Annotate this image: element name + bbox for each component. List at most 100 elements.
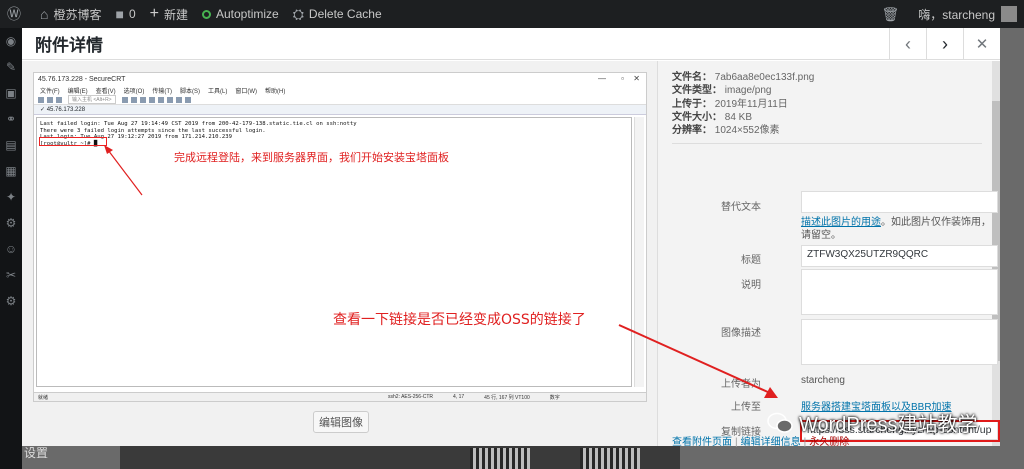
file-info: 文件名： 7ab6aa8e0ec133f.png 文件类型： image/png…	[672, 71, 814, 137]
file-size-row: 文件大小： 84 KB	[672, 111, 814, 124]
screenshot-window-title: 45.76.173.228 - SecureCRT	[38, 75, 126, 83]
delete-permanently-link[interactable]: 永久删除	[809, 437, 849, 448]
wordpress-icon: Ⓦ	[7, 6, 21, 22]
attachment-details-panel: 文件名： 7ab6aa8e0ec133f.png 文件类型： image/png…	[657, 61, 1000, 448]
delete-cache-label: Delete Cache	[308, 7, 382, 21]
trash-link[interactable]: 🗑	[875, 0, 912, 28]
alt-text-input[interactable]	[801, 191, 998, 213]
alt-text-help: 描述此图片的用途。如此图片仅作装饰用，请留空。	[801, 216, 993, 242]
sidebar-item-settings[interactable]: 设置	[24, 444, 48, 461]
link-icon[interactable]: ⚭	[0, 106, 22, 132]
alt-help-link[interactable]: 描述此图片的用途	[801, 217, 881, 228]
title-input[interactable]: ZTFW3QX25UTZR9QQRC	[801, 245, 998, 267]
description-label: 图像描述	[721, 328, 761, 339]
autoptimize-label: Autoptimize	[216, 7, 279, 21]
new-label: 新建	[163, 7, 188, 22]
filetype-label: 文件类型：	[672, 85, 722, 97]
next-button[interactable]: ›	[926, 28, 963, 60]
previous-button[interactable]: ‹	[889, 28, 926, 60]
comments-icon[interactable]: ▦	[0, 158, 22, 184]
file-name-row: 文件名： 7ab6aa8e0ec133f.png	[672, 71, 814, 84]
view-attachment-page-link[interactable]: 查看附件页面	[672, 437, 732, 448]
pin-icon[interactable]: ✎	[0, 54, 22, 80]
dimensions-label: 分辨率：	[672, 125, 712, 137]
screenshot-menu-item: 脚本(S)	[180, 88, 201, 95]
toolbar-icon	[121, 96, 128, 103]
autoptimize-link[interactable]: Autoptimize	[195, 0, 286, 28]
settings-icon[interactable]: ⚙	[0, 288, 22, 314]
toolbar-icon	[56, 96, 62, 103]
image-preview-area: 45.76.173.228 - SecureCRT — ▫ ✕ 文件(F) 编辑…	[22, 61, 667, 446]
filesize-label: 文件大小：	[672, 111, 722, 123]
status-numlock: 数字	[549, 394, 560, 401]
status-cipher: ssh2: AES-256-CTR	[388, 394, 434, 400]
toolbar-icon	[184, 96, 191, 103]
status-dot-icon	[202, 9, 211, 19]
close-button[interactable]: ✕	[963, 28, 1000, 60]
screenshot-titlebar: 45.76.173.228 - SecureCRT — ▫ ✕	[34, 73, 646, 85]
status-left: 就绪	[38, 394, 49, 401]
admin-bar: Ⓦ ⌂ 橙苏博客 ■ 0 + 新建 Autoptimize ⛭ Delete Cache…	[0, 0, 1024, 28]
uploaded-by-label: 上传者为	[721, 379, 761, 390]
appearance-icon[interactable]: ✦	[0, 184, 22, 210]
toolbar-icon	[38, 96, 44, 103]
tools-icon[interactable]: ✂	[0, 262, 22, 288]
my-account-link[interactable]: 嗨，starcheng	[911, 0, 1024, 28]
modal-title: 附件详情	[35, 36, 103, 55]
home-icon: ⌂	[40, 6, 49, 22]
screenshot-session-tab: ✓ 45.76.173.228	[34, 105, 646, 115]
pages-icon[interactable]: ▤	[0, 132, 22, 158]
prompt-highlight-box	[39, 137, 107, 146]
avatar	[1001, 6, 1017, 22]
edit-more-details-link[interactable]: 编辑详细信息	[741, 437, 801, 448]
action-separator: |	[735, 437, 738, 448]
uploaded-to-label: 上传至	[731, 402, 761, 413]
alt-text-label: 替代文本	[721, 202, 761, 213]
new-content-link[interactable]: + 新建	[143, 0, 195, 28]
action-separator: |	[803, 437, 807, 448]
screenshot-menu-item: 传输(T)	[152, 88, 173, 95]
users-icon[interactable]: ☺	[0, 236, 22, 262]
screenshot-scrollbar	[634, 117, 644, 387]
comment-icon: ■	[115, 6, 124, 22]
annotation-text-1: 完成远程登陆，来到服务器界面，我们开始安装宝塔面板	[174, 151, 449, 164]
watermark: WordPress建站教学	[767, 408, 978, 437]
site-name-link[interactable]: ⌂ 橙苏博客	[33, 0, 108, 28]
wp-logo[interactable]: Ⓦ	[0, 0, 33, 28]
background-qr	[580, 448, 640, 469]
media-icon[interactable]: ▣	[0, 80, 22, 106]
screenshot-menubar: 文件(F) 编辑(E) 查看(V) 选项(O) 传输(T) 脚本(S) 工具(L…	[34, 85, 646, 95]
screenshot-menu-item: 文件(F)	[40, 88, 60, 95]
delete-cache-link[interactable]: ⛭ Delete Cache	[286, 0, 389, 28]
comments-link[interactable]: ■ 0	[108, 0, 142, 28]
admin-sidebar: ◉ ✎ ▣ ⚭ ▤ ▦ ✦ ⚙ ☺ ✂ ⚙	[0, 28, 22, 469]
chevron-left-icon: ‹	[905, 33, 911, 54]
toolbar-icon	[47, 96, 53, 103]
divider	[672, 143, 982, 144]
edit-image-button[interactable]: 编辑图像	[313, 411, 369, 433]
comments-count: 0	[128, 7, 136, 21]
uploaded-value: 2019年11月11日	[714, 98, 788, 110]
dashboard-icon[interactable]: ◉	[0, 28, 22, 54]
screenshot-menu-item: 窗口(W)	[235, 88, 258, 95]
wechat-icon	[767, 412, 793, 433]
terminal-line: [root@vultr ~]# █	[40, 140, 98, 147]
screenshot-menu-item: 编辑(E)	[67, 88, 88, 95]
plugins-icon[interactable]: ⚙	[0, 210, 22, 236]
filesize-value: 84 KB	[724, 111, 753, 123]
uploaded-row: 上传于： 2019年11月11日	[672, 98, 814, 111]
attachment-image: 45.76.173.228 - SecureCRT — ▫ ✕ 文件(F) 编辑…	[33, 72, 647, 402]
screenshot-toolbar: 输入主机 <Alt+R>	[34, 95, 646, 105]
terminal-line: There were 3 failed login attempts since…	[40, 127, 266, 134]
filename-label: 文件名：	[672, 72, 712, 83]
attachment-details-modal: 附件详情 ‹ › ✕ 45.76.173.228 - SecureCRT — ▫…	[22, 28, 1000, 448]
dimensions-value: 1024×552像素	[714, 125, 780, 137]
screenshot-tab-label: ✓ 45.76.173.228	[40, 107, 86, 113]
description-textarea[interactable]	[801, 319, 998, 365]
title-label: 标题	[741, 255, 761, 266]
site-name: 橙苏博客	[53, 7, 102, 22]
screenshot-host-input: 输入主机 <Alt+R>	[68, 95, 116, 104]
terminal-line: Last failed login: Tue Aug 27 19:14:49 C…	[40, 121, 357, 127]
caption-textarea[interactable]	[801, 269, 998, 315]
uploaded-label: 上传于：	[672, 98, 712, 110]
